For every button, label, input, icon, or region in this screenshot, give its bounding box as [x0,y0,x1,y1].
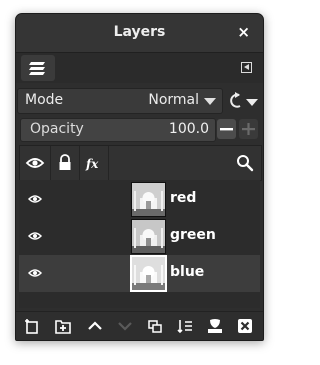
layers-list: red green blue [19,180,260,308]
lower-layer-icon [118,322,132,331]
delete-layer-button[interactable] [236,317,254,335]
opacity-value: 100.0 [168,121,209,137]
visibility-column-header[interactable] [20,146,50,180]
new-layer-button[interactable] [23,317,41,335]
layer-thumbnail[interactable] [131,219,166,254]
opacity-decrease-button[interactable] [217,119,236,139]
taj-mahal-thumbnail-image [132,257,165,290]
layers-toolbar [16,311,263,340]
lower-layer-button[interactable] [116,317,134,335]
opacity-increase-button[interactable] [239,119,258,139]
duplicate-layer-icon [148,320,162,333]
title-bar[interactable]: Layers × [16,14,263,53]
eye-icon[interactable] [28,194,42,204]
layers-stack-icon [29,62,45,75]
raise-layer-icon [88,321,102,330]
layer-name[interactable]: red [170,190,196,206]
taj-mahal-thumbnail-image [132,183,165,216]
layer-name[interactable]: green [170,227,216,243]
mode-label: Mode [25,92,64,108]
plus-icon [242,123,255,135]
composite-mode-button[interactable] [224,89,260,113]
new-layer-group-button[interactable] [54,317,72,335]
mode-dropdown[interactable]: Mode Normal [17,88,223,114]
layer-row-red[interactable]: red [19,181,260,218]
opacity-label: Opacity [30,121,84,137]
eye-icon[interactable] [28,231,42,241]
opacity-spinner[interactable]: Opacity 100.0 [20,118,216,142]
lock-column-header[interactable] [51,146,79,180]
add-mask-icon [208,319,222,333]
mode-value: Normal [148,92,199,108]
layer-thumbnail[interactable] [131,182,166,217]
tab-menu-icon[interactable] [241,62,252,73]
eye-icon[interactable] [28,268,42,278]
delete-layer-icon [238,319,252,333]
eye-icon [25,158,45,168]
window-title: Layers [113,24,166,40]
add-mask-button[interactable] [206,317,224,335]
layers-tab[interactable] [21,55,55,81]
duplicate-layer-button[interactable] [146,317,164,335]
layer-row-blue[interactable]: blue [19,255,260,292]
minus-icon [220,128,233,131]
fx-icon: fx [85,157,99,171]
layer-thumbnail[interactable] [130,255,167,292]
svg-text:fx: fx [85,157,99,171]
new-layer-icon [25,319,38,334]
composite-mode-icon [230,92,258,108]
search-button[interactable] [231,146,259,180]
close-icon[interactable]: × [237,23,250,41]
taj-mahal-thumbnail-image [132,220,165,253]
raise-layer-button[interactable] [86,317,104,335]
layers-list-header: fx [19,145,262,181]
anchor-merge-button[interactable] [176,317,194,335]
lock-icon [59,154,71,170]
new-layer-group-icon [55,320,71,334]
effects-column-header[interactable]: fx [80,146,108,180]
dock-tab-strip [16,53,263,83]
anchor-merge-icon [177,320,192,334]
layers-dialog: Layers × Mode Normal Opacity 100.0 fx re… [15,13,264,341]
layer-row-green[interactable]: green [19,218,260,255]
chevron-down-icon [204,98,216,105]
search-icon [237,155,254,172]
layer-name[interactable]: blue [170,264,204,280]
